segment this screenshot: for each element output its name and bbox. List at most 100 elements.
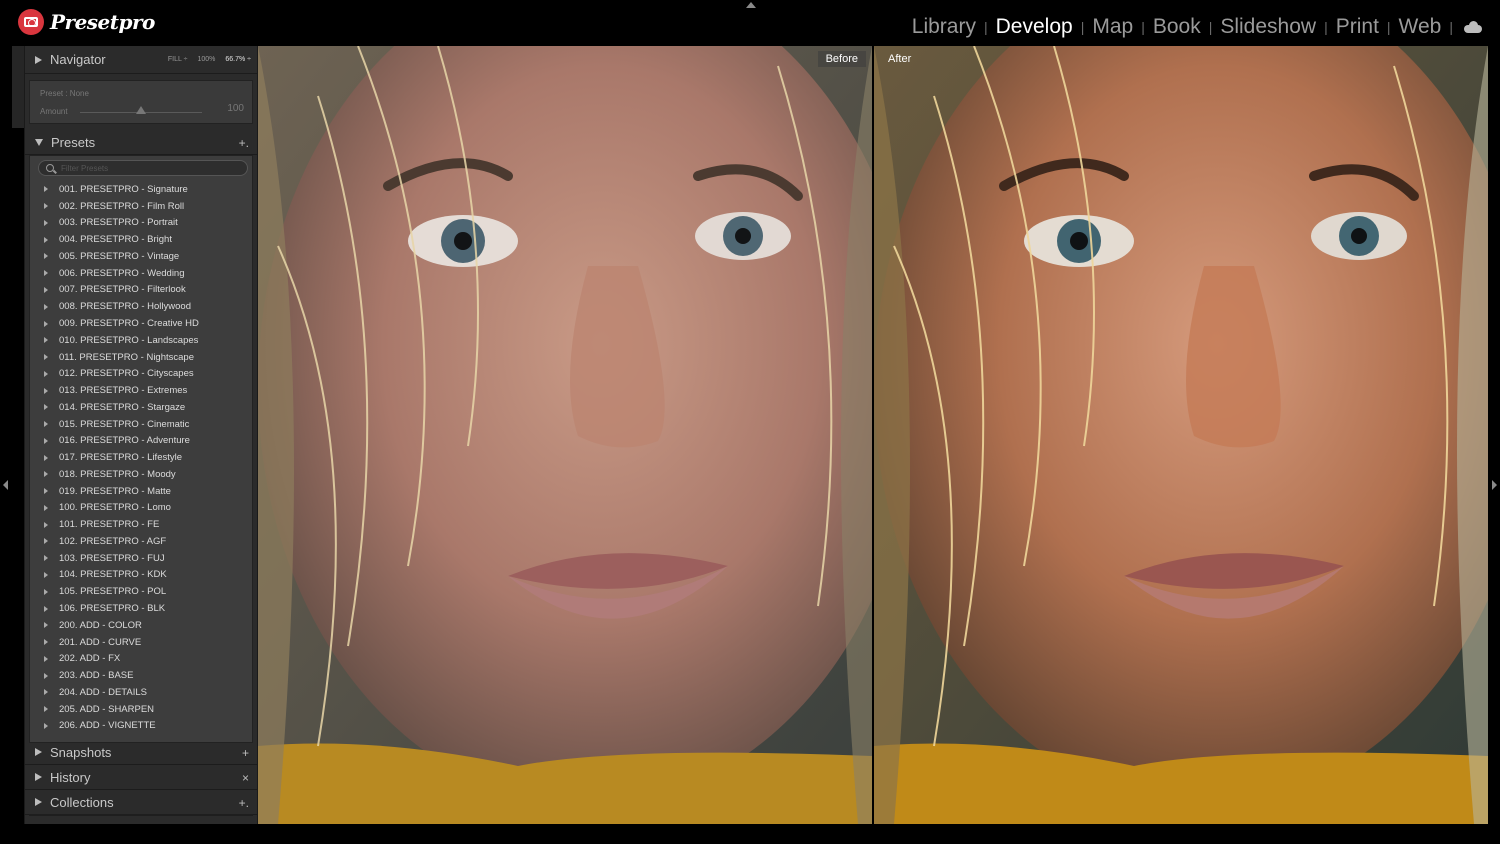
collapse-icon <box>35 138 43 146</box>
collapse-left-panel-icon[interactable] <box>3 480 8 490</box>
preset-folder-item[interactable]: 008. PRESETPRO - Hollywood <box>30 298 252 315</box>
preset-folder-item[interactable]: 002. PRESETPRO - Film Roll <box>30 198 252 215</box>
expand-folder-icon <box>44 286 48 293</box>
preset-folder-label: 201. ADD - CURVE <box>59 636 142 648</box>
navigator-header[interactable]: Navigator FILL ÷ 100% 66.7% ÷ <box>25 46 257 74</box>
preset-folder-item[interactable]: 007. PRESETPRO - Filterlook <box>30 282 252 299</box>
preset-folder-item[interactable]: 018. PRESETPRO - Moody <box>30 466 252 483</box>
add-snapshot-button[interactable]: + <box>242 746 249 760</box>
preset-folder-item[interactable]: 006. PRESETPRO - Wedding <box>30 265 252 282</box>
amount-slider-thumb[interactable] <box>136 106 146 114</box>
preset-folder-item[interactable]: 005. PRESETPRO - Vintage <box>30 248 252 265</box>
module-map[interactable]: Map <box>1089 15 1136 39</box>
expand-folder-icon <box>44 370 48 377</box>
preset-folder-label: 003. PRESETPRO - Portrait <box>59 217 178 229</box>
preset-folder-label: 015. PRESETPRO - Cinematic <box>59 418 190 430</box>
preset-folder-item[interactable]: 201. ADD - CURVE <box>30 634 252 651</box>
expand-folder-icon <box>44 337 48 344</box>
preset-folder-label: 204. ADD - DETAILS <box>59 686 147 698</box>
expand-icon <box>35 55 42 64</box>
preset-folder-item[interactable]: 014. PRESETPRO - Stargaze <box>30 399 252 416</box>
module-web[interactable]: Web <box>1396 15 1445 39</box>
preset-folder-item[interactable]: 105. PRESETPRO - POL <box>30 583 252 600</box>
expand-icon <box>35 798 42 806</box>
expand-folder-icon <box>44 706 48 713</box>
module-develop[interactable]: Develop <box>993 15 1076 39</box>
after-image[interactable]: After <box>874 46 1488 824</box>
preset-folder-item[interactable]: 205. ADD - SHARPEN <box>30 701 252 718</box>
search-icon <box>46 164 54 172</box>
preset-folder-label: 002. PRESETPRO - Film Roll <box>59 200 185 212</box>
module-slideshow[interactable]: Slideshow <box>1217 15 1319 39</box>
add-collection-button[interactable]: +. <box>239 796 249 810</box>
preset-name-label: Preset : None <box>40 89 89 98</box>
zoom-66[interactable]: 66.7% ÷ <box>225 56 251 63</box>
preset-folder-item[interactable]: 102. PRESETPRO - AGF <box>30 533 252 550</box>
presets-header[interactable]: Presets +. <box>25 130 257 155</box>
preset-list: 001. PRESETPRO - Signature 002. PRESETPRO… <box>30 181 252 734</box>
preset-folder-label: 104. PRESETPRO - KDK <box>59 569 167 581</box>
preset-folder-item[interactable]: 017. PRESETPRO - Lifestyle <box>30 449 252 466</box>
preset-folder-item[interactable]: 200. ADD - COLOR <box>30 617 252 634</box>
preset-folder-label: 018. PRESETPRO - Moody <box>59 468 176 480</box>
preset-folder-label: 010. PRESETPRO - Landscapes <box>59 334 199 346</box>
logo-text: Presetpro <box>50 10 155 34</box>
preset-folder-label: 202. ADD - FX <box>59 653 121 665</box>
preset-folder-item[interactable]: 101. PRESETPRO - FE <box>30 516 252 533</box>
module-book[interactable]: Book <box>1150 15 1204 39</box>
clear-history-button[interactable]: × <box>242 771 249 785</box>
portrait-before <box>258 46 872 824</box>
expand-folder-icon <box>44 605 48 612</box>
collapse-top-panel-icon[interactable] <box>746 2 756 8</box>
preset-folder-item[interactable]: 004. PRESETPRO - Bright <box>30 231 252 248</box>
preset-folder-item[interactable]: 106. PRESETPRO - BLK <box>30 600 252 617</box>
preset-folder-item[interactable]: 012. PRESETPRO - Cityscapes <box>30 365 252 382</box>
zoom-100[interactable]: 100% <box>197 56 215 63</box>
preset-folder-item[interactable]: 015. PRESETPRO - Cinematic <box>30 416 252 433</box>
before-image[interactable]: Before <box>258 46 872 824</box>
preset-folder-item[interactable]: 009. PRESETPRO - Creative HD <box>30 315 252 332</box>
filter-presets-input[interactable] <box>61 162 241 175</box>
cloud-sync-icon[interactable] <box>1464 21 1482 33</box>
preset-folder-item[interactable]: 001. PRESETPRO - Signature <box>30 181 252 198</box>
preset-folder-item[interactable]: 103. PRESETPRO - FUJ <box>30 550 252 567</box>
preset-folder-item[interactable]: 010. PRESETPRO - Landscapes <box>30 332 252 349</box>
amount-label: Amount <box>40 107 68 116</box>
zoom-options: FILL ÷ 100% 66.7% ÷ <box>168 56 251 63</box>
expand-folder-icon <box>44 203 48 210</box>
preset-folder-item[interactable]: 019. PRESETPRO - Matte <box>30 483 252 500</box>
preset-folder-label: 013. PRESETPRO - Extremes <box>59 385 188 397</box>
amount-value: 100 <box>227 103 244 114</box>
preset-folder-label: 001. PRESETPRO - Signature <box>59 183 188 195</box>
preset-folder-item[interactable]: 011. PRESETPRO - Nightscape <box>30 349 252 366</box>
expand-folder-icon <box>44 454 48 461</box>
collections-header[interactable]: Collections +. <box>25 790 257 815</box>
preset-folder-item[interactable]: 206. ADD - VIGNETTE <box>30 718 252 735</box>
expand-folder-icon <box>44 722 48 729</box>
history-header[interactable]: History × <box>25 765 257 790</box>
preset-folder-label: 105. PRESETPRO - POL <box>59 586 167 598</box>
preset-folder-item[interactable]: 204. ADD - DETAILS <box>30 684 252 701</box>
preset-folder-item[interactable]: 202. ADD - FX <box>30 650 252 667</box>
preset-folder-item[interactable]: 016. PRESETPRO - Adventure <box>30 432 252 449</box>
presets-label: Presets <box>51 134 96 150</box>
preset-folder-label: 101. PRESETPRO - FE <box>59 519 160 531</box>
preset-folder-item[interactable]: 203. ADD - BASE <box>30 667 252 684</box>
snapshots-header[interactable]: Snapshots + <box>25 740 257 765</box>
preset-folder-item[interactable]: 013. PRESETPRO - Extremes <box>30 382 252 399</box>
expand-folder-icon <box>44 488 48 495</box>
preset-folder-item[interactable]: 104. PRESETPRO - KDK <box>30 567 252 584</box>
module-library[interactable]: Library <box>909 15 979 39</box>
after-caption: After <box>888 53 912 65</box>
zoom-fill[interactable]: FILL ÷ <box>168 56 188 63</box>
preset-folder-item[interactable]: 003. PRESETPRO - Portrait <box>30 215 252 232</box>
filter-presets-field[interactable] <box>38 160 248 176</box>
preset-folder-item[interactable]: 100. PRESETPRO - Lomo <box>30 500 252 517</box>
collapse-right-panel-icon[interactable] <box>1492 480 1497 490</box>
expand-icon <box>35 748 42 756</box>
module-print[interactable]: Print <box>1333 15 1382 39</box>
presets-list-panel: 001. PRESETPRO - Signature 002. PRESETPRO… <box>29 155 253 743</box>
preset-folder-label: 100. PRESETPRO - Lomo <box>59 502 171 514</box>
preset-folder-label: 103. PRESETPRO - FUJ <box>59 552 165 564</box>
add-preset-button[interactable]: +. <box>239 136 249 150</box>
